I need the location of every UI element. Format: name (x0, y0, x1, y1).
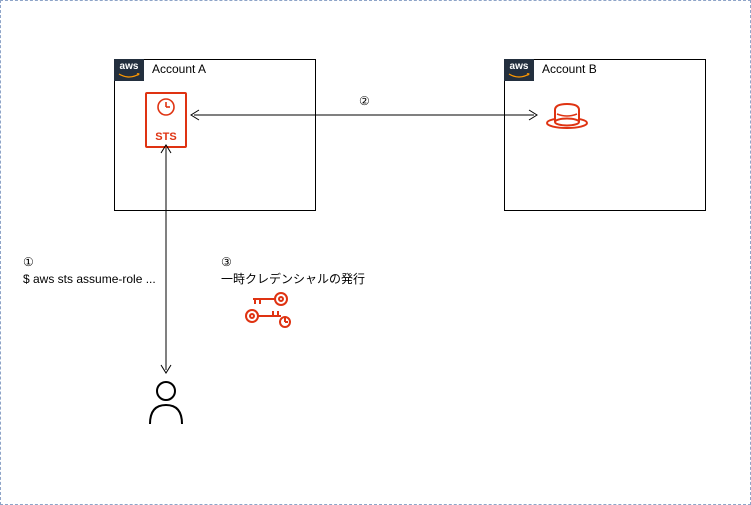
temporary-credentials-icon (241, 289, 293, 329)
account-a-label: Account A (144, 59, 214, 81)
diagram-canvas: aws Account A STS aws Account B (0, 0, 751, 505)
step-2-number: ② (359, 93, 370, 110)
arrow-step-1-3 (159, 141, 173, 377)
aws-logo-icon: aws (114, 59, 144, 81)
account-b-label: Account B (534, 59, 605, 81)
iam-role-icon (545, 100, 589, 130)
step-1-number: ① (23, 254, 156, 271)
step-1-text: $ aws sts assume-role ... (23, 271, 156, 288)
step-3-text: 一時クレデンシャルの発行 (221, 271, 365, 288)
sts-clock-icon (156, 97, 176, 117)
account-b-header: aws Account B (504, 59, 605, 81)
account-b-box: aws Account B (504, 59, 706, 211)
step-3-number: ③ (221, 254, 365, 271)
aws-logo-text: aws (120, 61, 139, 72)
step-1-label: ① $ aws sts assume-role ... (23, 254, 156, 288)
sts-service-box: STS (145, 92, 187, 148)
aws-logo-text: aws (510, 61, 529, 72)
account-a-box: aws Account A STS (114, 59, 316, 211)
arrow-step-2 (187, 108, 541, 122)
step-3-label: ③ 一時クレデンシャルの発行 (221, 254, 365, 288)
aws-logo-icon: aws (504, 59, 534, 81)
account-a-header: aws Account A (114, 59, 214, 81)
user-icon (146, 379, 186, 425)
